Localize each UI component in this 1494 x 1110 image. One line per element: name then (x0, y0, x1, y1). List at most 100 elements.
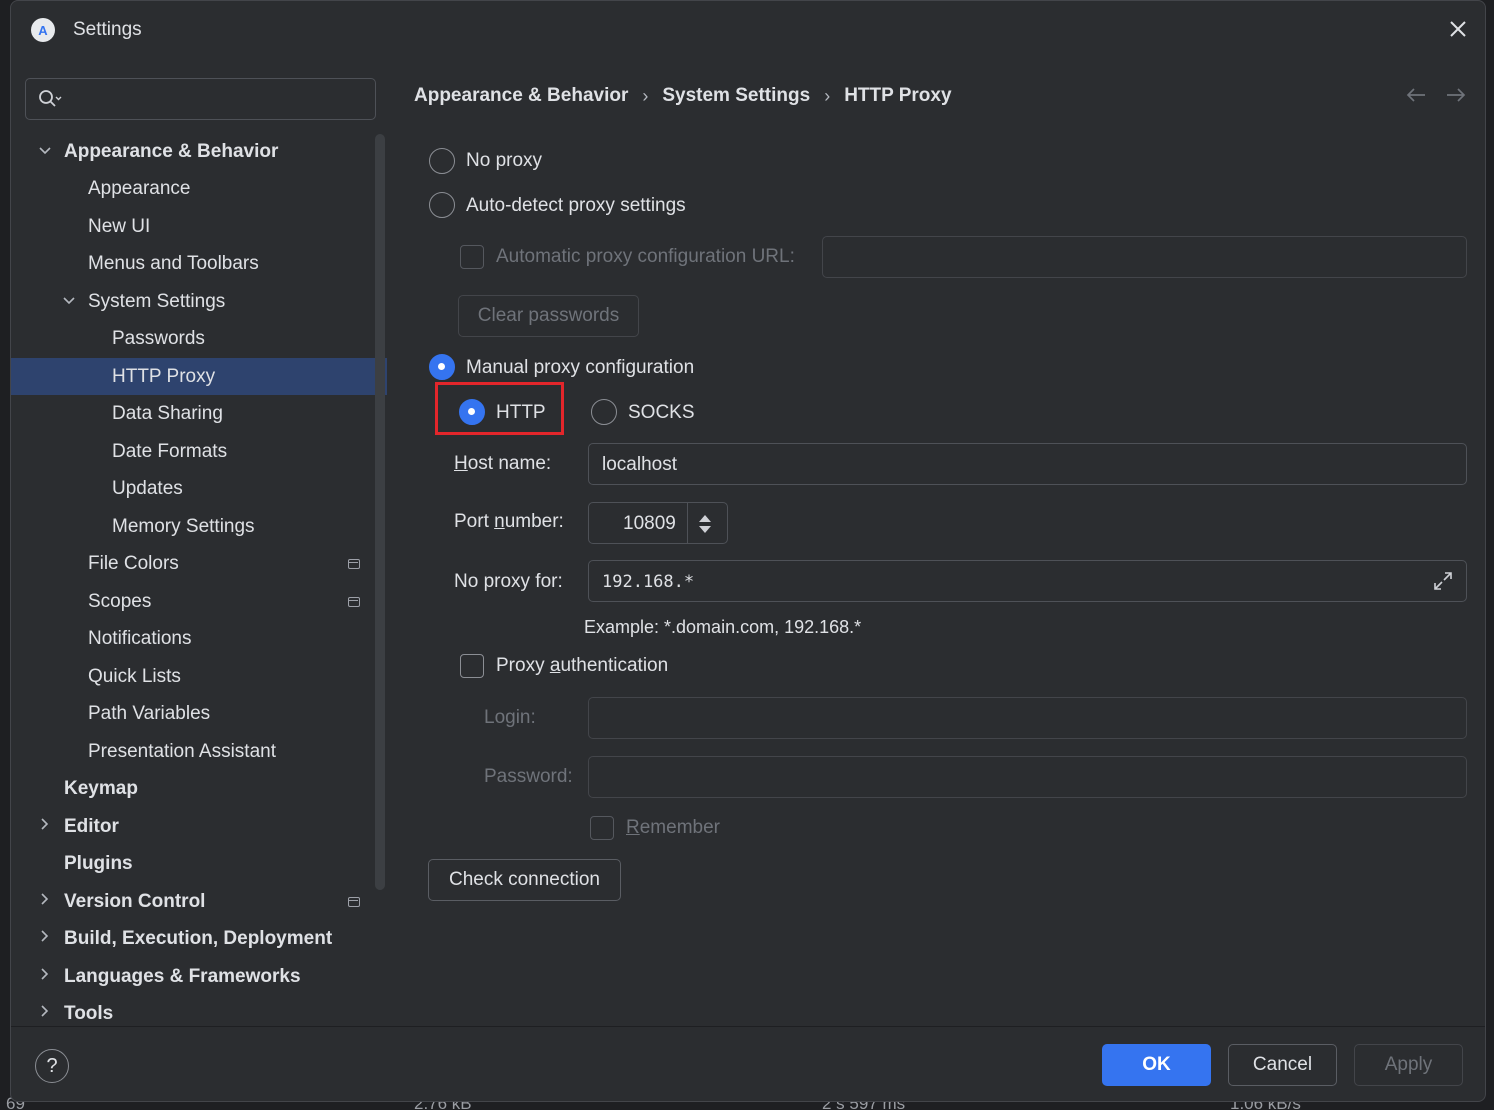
breadcrumb-item[interactable]: Appearance & Behavior (414, 85, 628, 107)
chevron-right-icon: › (642, 85, 649, 106)
sidebar-item-label: Menus and Toolbars (88, 252, 259, 274)
sidebar-item-build-execution-deployment[interactable]: Build, Execution, Deployment (11, 920, 387, 957)
close-icon (1450, 21, 1466, 37)
sidebar-item-languages-frameworks[interactable]: Languages & Frameworks (11, 958, 387, 995)
sidebar-item-label: File Colors (88, 552, 179, 574)
sidebar-item-label: Languages & Frameworks (64, 965, 301, 987)
project-level-icon (348, 596, 360, 607)
help-button[interactable]: ? (35, 1049, 69, 1083)
login-label: Login: (484, 707, 536, 728)
sidebar-item-label: HTTP Proxy (112, 365, 216, 387)
sidebar-item-file-colors[interactable]: File Colors (11, 545, 387, 582)
sidebar-item-label: Passwords (112, 327, 205, 349)
sidebar-item-label: Build, Execution, Deployment (64, 927, 333, 949)
check-connection-button[interactable]: Check connection (428, 859, 621, 901)
manual-proxy-label: Manual proxy configuration (466, 357, 695, 378)
proxy-authentication-checkbox[interactable] (460, 654, 484, 678)
sidebar-item-version-control[interactable]: Version Control (11, 883, 387, 920)
chevron-right-icon[interactable] (37, 817, 53, 836)
breadcrumb-item[interactable]: System Settings (662, 85, 810, 107)
sidebar-item-scopes[interactable]: Scopes (11, 583, 387, 620)
remember-checkbox[interactable] (590, 816, 614, 840)
sidebar-item-appearance-behavior[interactable]: Appearance & Behavior (11, 133, 387, 170)
host-name-label: Host name: (454, 453, 552, 474)
http-proxy-panel: Appearance & Behavior › System Settings … (387, 61, 1485, 1026)
sidebar-item-new-ui[interactable]: New UI (11, 208, 387, 245)
host-name-value: localhost (602, 454, 677, 475)
expand-icon[interactable] (1432, 570, 1454, 592)
app-logo-icon: A (31, 18, 55, 42)
search-icon (38, 88, 62, 115)
close-button[interactable] (1445, 16, 1471, 42)
sidebar-item-label: Scopes (88, 590, 152, 612)
breadcrumb: Appearance & Behavior › System Settings … (414, 85, 952, 107)
settings-dialog: A Settings Appearance & Behavior Appeara… (10, 0, 1486, 1102)
sidebar-item-appearance[interactable]: Appearance (11, 170, 387, 207)
host-name-field[interactable]: localhost (588, 443, 1467, 485)
sidebar-item-label: Data Sharing (112, 402, 223, 424)
port-number-stepper[interactable]: 10809 (588, 502, 728, 544)
chevron-right-icon[interactable] (37, 967, 53, 986)
chevron-right-icon[interactable] (37, 1004, 53, 1023)
manual-proxy-radio[interactable] (429, 354, 455, 380)
sidebar-item-editor[interactable]: Editor (11, 808, 387, 845)
chevron-right-icon[interactable] (37, 929, 53, 948)
sidebar-item-keymap[interactable]: Keymap (11, 770, 387, 807)
sidebar-item-passwords[interactable]: Passwords (11, 320, 387, 357)
socks-radio[interactable] (591, 399, 617, 425)
back-arrow-icon[interactable] (1405, 85, 1427, 111)
clear-passwords-button[interactable]: Clear passwords (458, 295, 639, 337)
sidebar-item-label: Memory Settings (112, 515, 255, 537)
apply-button[interactable]: Apply (1354, 1044, 1463, 1086)
chevron-down-icon[interactable] (61, 293, 77, 311)
no-proxy-for-field[interactable]: 192.168.* (588, 560, 1467, 602)
search-input[interactable] (70, 85, 365, 113)
stepper-divider (687, 503, 688, 543)
sidebar-item-label: Tools (64, 1002, 114, 1024)
sidebar-item-path-variables[interactable]: Path Variables (11, 695, 387, 732)
cancel-button[interactable]: Cancel (1228, 1044, 1337, 1086)
socks-label: SOCKS (628, 402, 695, 423)
breadcrumb-item: HTTP Proxy (844, 85, 952, 106)
http-label: HTTP (496, 402, 546, 423)
auto-config-url-label: Automatic proxy configuration URL: (496, 246, 795, 267)
auto-config-url-checkbox[interactable] (460, 245, 484, 269)
sidebar-item-http-proxy[interactable]: HTTP Proxy (11, 358, 387, 395)
spinner-arrows-icon[interactable] (697, 512, 713, 541)
title-bar: A Settings (11, 1, 1485, 61)
settings-search[interactable] (25, 78, 376, 120)
chevron-right-icon: › (824, 85, 831, 106)
sidebar-item-date-formats[interactable]: Date Formats (11, 433, 387, 470)
chevron-down-icon[interactable] (37, 143, 53, 161)
sidebar-item-data-sharing[interactable]: Data Sharing (11, 395, 387, 432)
dialog-footer: ? OK Cancel Apply (11, 1026, 1485, 1101)
window-title: Settings (73, 19, 142, 40)
sidebar-item-label: Updates (112, 477, 183, 499)
sidebar-item-updates[interactable]: Updates (11, 470, 387, 507)
no-proxy-radio[interactable] (429, 148, 455, 174)
http-radio[interactable] (459, 399, 485, 425)
auto-config-url-field[interactable] (822, 236, 1467, 278)
sidebar-item-quick-lists[interactable]: Quick Lists (11, 658, 387, 695)
no-proxy-example-hint: Example: *.domain.com, 192.168.* (584, 617, 862, 637)
auto-detect-radio[interactable] (429, 192, 455, 218)
sidebar-scrollbar[interactable] (375, 134, 385, 890)
sidebar-item-label: Date Formats (112, 440, 228, 462)
sidebar-item-plugins[interactable]: Plugins (11, 845, 387, 882)
sidebar-item-label: Appearance & Behavior (64, 140, 279, 162)
login-field[interactable] (588, 697, 1467, 739)
sidebar-item-label: Plugins (64, 852, 133, 874)
sidebar-item-label: Path Variables (88, 702, 211, 724)
sidebar-item-presentation-assistant[interactable]: Presentation Assistant (11, 733, 387, 770)
chevron-right-icon[interactable] (37, 892, 53, 911)
sidebar-item-label: System Settings (88, 290, 226, 312)
password-field[interactable] (588, 756, 1467, 798)
sidebar-item-label: Appearance (88, 177, 191, 199)
forward-arrow-icon[interactable] (1445, 85, 1467, 111)
sidebar-item-notifications[interactable]: Notifications (11, 620, 387, 657)
settings-sidebar: Appearance & Behavior Appearance New UI … (11, 61, 387, 1026)
sidebar-item-system-settings[interactable]: System Settings (11, 283, 387, 320)
ok-button[interactable]: OK (1102, 1044, 1211, 1086)
sidebar-item-menus-toolbars[interactable]: Menus and Toolbars (11, 245, 387, 282)
sidebar-item-memory-settings[interactable]: Memory Settings (11, 508, 387, 545)
